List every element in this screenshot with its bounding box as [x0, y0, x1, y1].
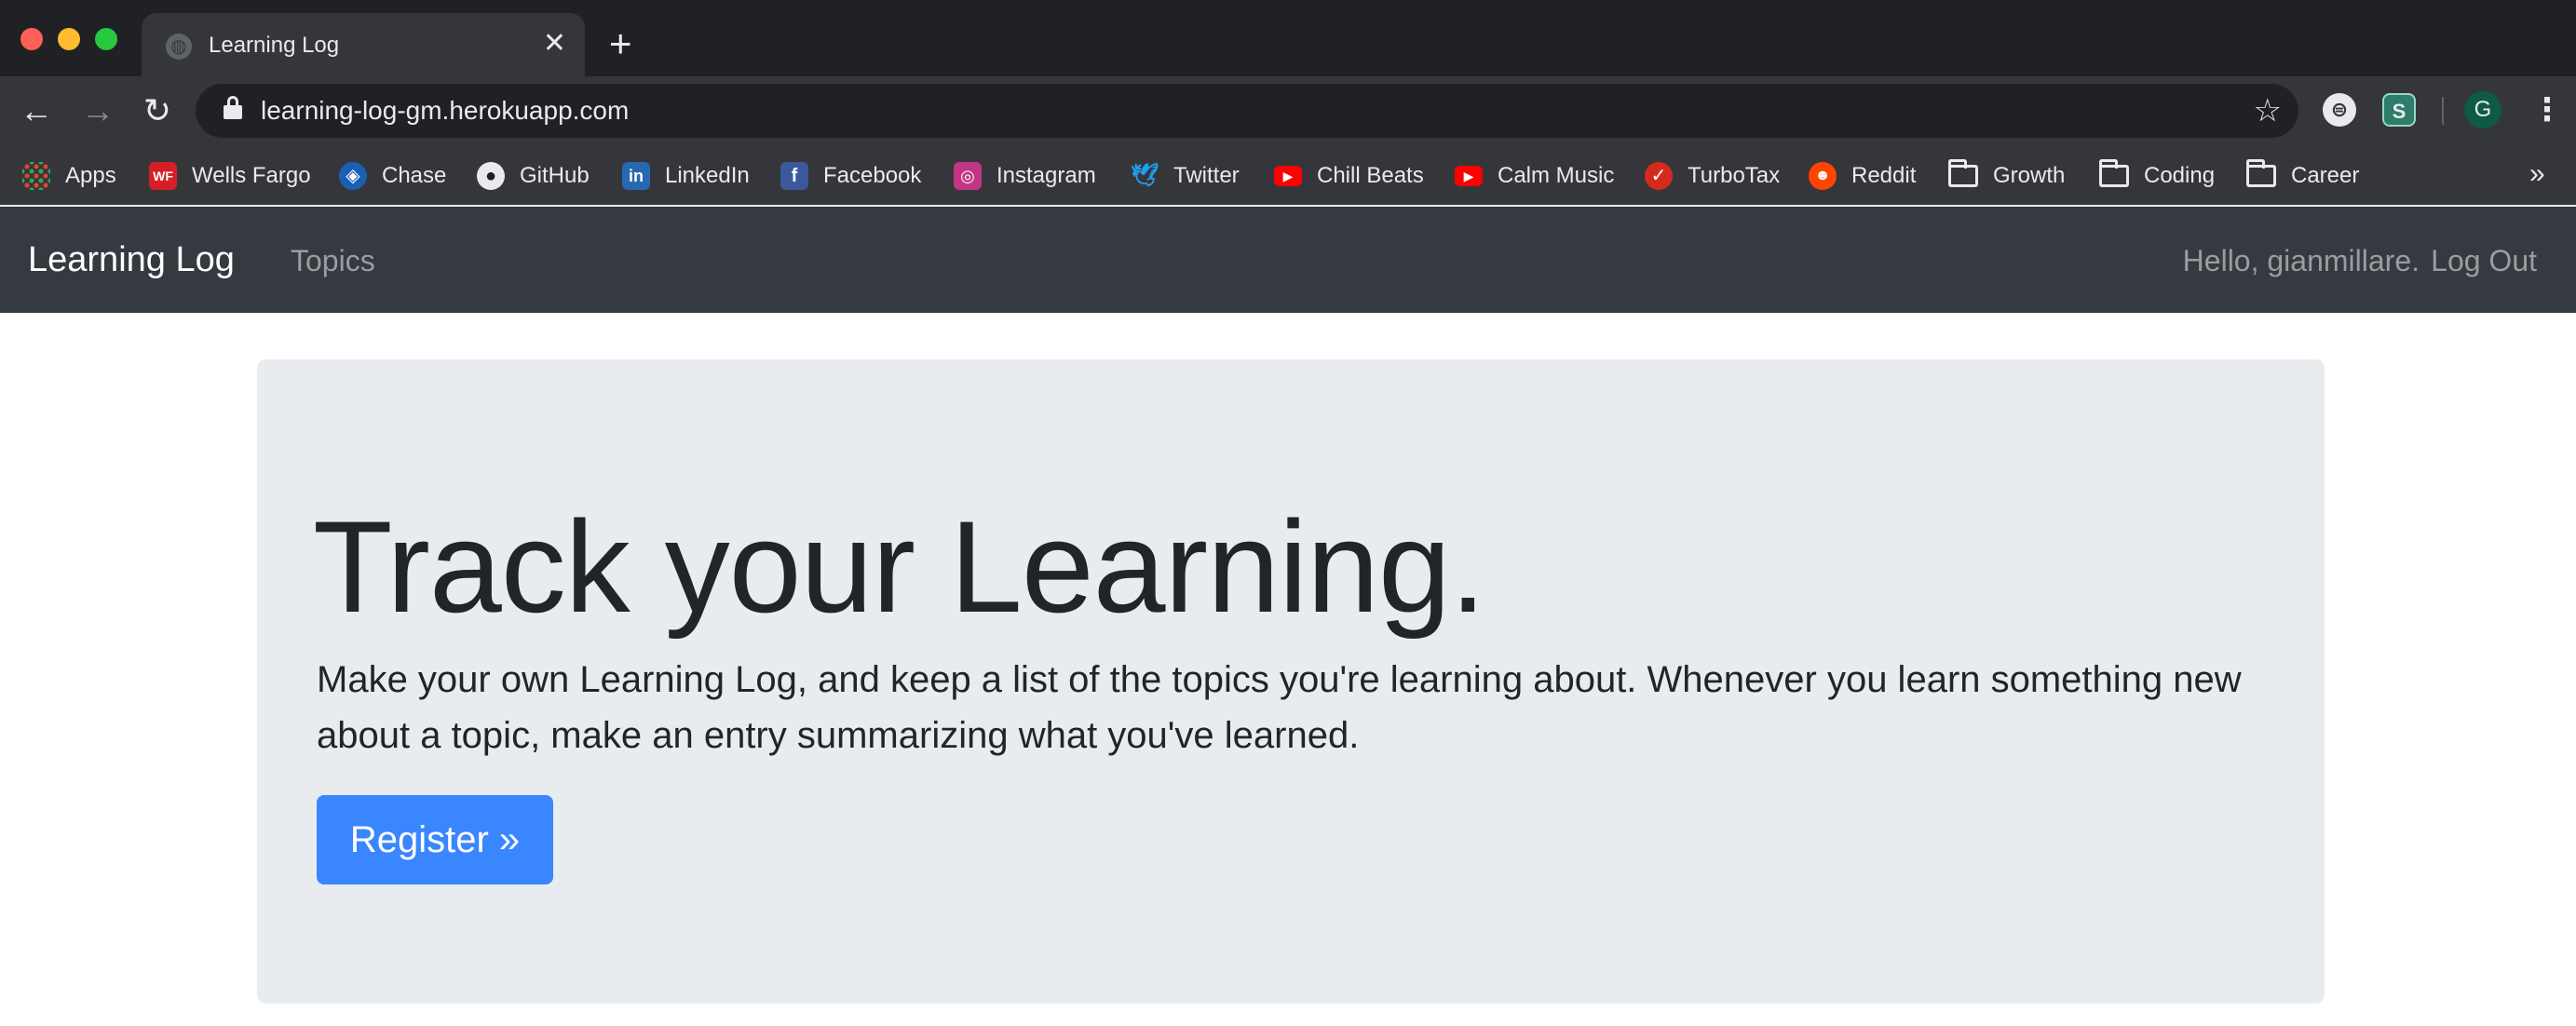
nav-link-topics[interactable]: Topics [291, 242, 375, 279]
browser-menu-icon[interactable]: ⋮ [2531, 89, 2563, 130]
bookmarks-bar: Apps WF Wells Fargo ◈ Chase ● GitHub in … [0, 145, 2576, 207]
turbotax-icon: ✓ [1645, 162, 1673, 190]
toolbar-divider [2442, 97, 2444, 125]
nav-link-logout[interactable]: Log Out [2431, 242, 2537, 279]
bookmark-chase[interactable]: ◈ Chase [339, 160, 446, 192]
bookmark-twitter[interactable]: 🕊 Twitter [1131, 160, 1240, 192]
forward-arrow-icon[interactable]: → [76, 89, 119, 132]
youtube-icon: ▶ [1455, 166, 1483, 186]
bookmark-turbotax[interactable]: ✓ TurboTax [1645, 160, 1780, 192]
back-arrow-icon[interactable]: ← [15, 89, 58, 132]
hero-jumbotron: Track your Learning. Make your own Learn… [257, 359, 2325, 1004]
bookmark-chill-beats[interactable]: ▶ Chill Beats [1274, 160, 1424, 192]
bookmark-calm-music[interactable]: ▶ Calm Music [1455, 160, 1614, 192]
globe-icon: ◍ [166, 34, 192, 60]
bookmark-github[interactable]: ● GitHub [477, 160, 590, 192]
navbar-brand-link[interactable]: Learning Log [28, 238, 235, 281]
facebook-icon: f [780, 162, 808, 190]
bookmark-folder-coding[interactable]: Coding [2099, 159, 2215, 192]
bookmark-star-icon[interactable]: ☆ [2254, 93, 2282, 128]
register-button[interactable]: Register » [317, 795, 553, 884]
tab-title: Learning Log [209, 33, 340, 58]
apps-grid-icon [22, 162, 50, 190]
address-bar-url[interactable]: learning-log-gm.herokuapp.com [261, 97, 629, 125]
profile-avatar[interactable]: G [2464, 91, 2501, 128]
bookmarks-overflow-button[interactable]: » [2529, 158, 2545, 190]
bookmark-facebook[interactable]: f Facebook [780, 160, 921, 192]
chase-icon: ◈ [339, 162, 367, 190]
bookmark-apps[interactable]: Apps [22, 160, 116, 192]
bookmark-folder-growth[interactable]: Growth [1948, 159, 2065, 192]
bookmark-linkedin[interactable]: in LinkedIn [622, 160, 750, 192]
lock-icon[interactable] [224, 96, 242, 120]
tab-close-icon[interactable]: ✕ [543, 28, 566, 60]
github-icon: ● [477, 162, 505, 190]
new-tab-button[interactable]: + [609, 22, 632, 65]
address-bar[interactable]: learning-log-gm.herokuapp.com ☆ [196, 84, 2298, 138]
bookmark-instagram[interactable]: ◎ Instagram [954, 160, 1096, 192]
browser-tab-active[interactable]: ◍ Learning Log ✕ [142, 13, 585, 76]
extension-s-icon[interactable]: S [2382, 93, 2416, 127]
folder-icon [1948, 159, 1978, 187]
reddit-icon: ☻ [1809, 162, 1837, 190]
linkedin-icon: in [622, 162, 650, 190]
extension-icon[interactable]: ⊜ [2323, 93, 2356, 127]
hero-heading: Track your Learning. [313, 493, 1486, 640]
bookmark-reddit[interactable]: ☻ Reddit [1809, 160, 1916, 192]
user-greeting: Hello, gianmillare. [2182, 244, 2420, 277]
window-close-button[interactable] [20, 28, 43, 50]
twitter-icon: 🕊 [1131, 163, 1159, 188]
browser-tab-strip: ◍ Learning Log ✕ + [0, 0, 2576, 76]
youtube-icon: ▶ [1274, 166, 1302, 186]
bookmark-wells-fargo[interactable]: WF Wells Fargo [149, 160, 311, 192]
browser-toolbar: ← → ↻ learning-log-gm.herokuapp.com ☆ ⊜ … [0, 76, 2576, 145]
folder-icon [2099, 159, 2129, 187]
hero-lead-text: Make your own Learning Log, and keep a l… [317, 659, 2242, 756]
window-minimize-button[interactable] [58, 28, 80, 50]
site-navbar: Learning Log Topics Hello, gianmillare. … [0, 207, 2576, 313]
bookmark-folder-career[interactable]: Career [2246, 159, 2359, 192]
reload-icon[interactable]: ↻ [136, 89, 179, 132]
instagram-icon: ◎ [954, 162, 982, 190]
wells-fargo-icon: WF [149, 162, 177, 190]
folder-icon [2246, 159, 2276, 187]
window-zoom-button[interactable] [95, 28, 117, 50]
